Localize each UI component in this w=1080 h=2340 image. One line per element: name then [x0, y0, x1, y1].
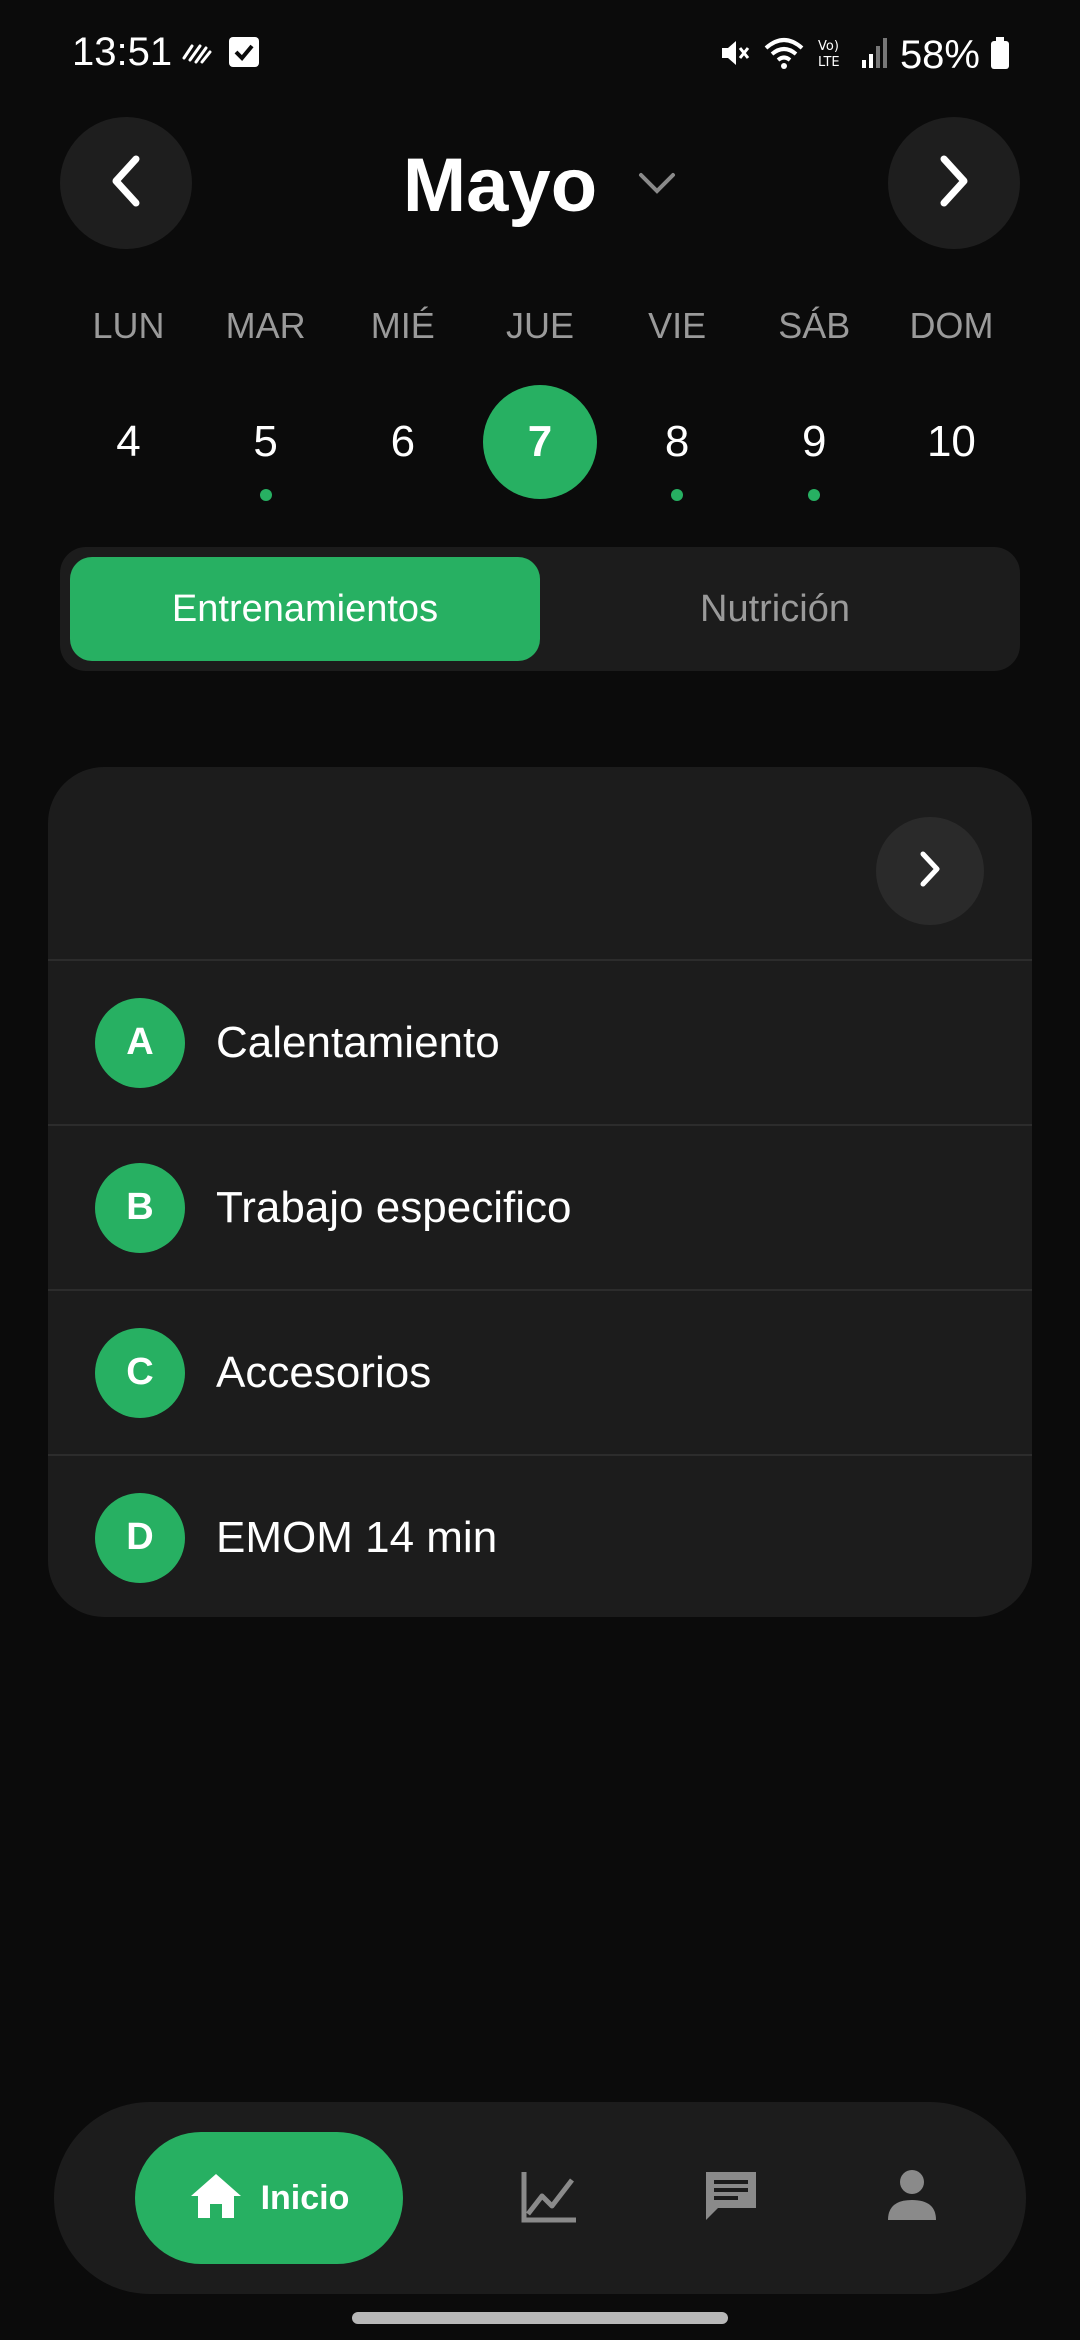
- day-cell[interactable]: 9: [746, 385, 883, 515]
- workout-section-row[interactable]: C Accesorios: [48, 1291, 1032, 1456]
- sound-wave-icon: [180, 36, 216, 73]
- weekday-label: JUE: [505, 305, 574, 346]
- chart-icon[interactable]: [520, 2168, 580, 2229]
- battery-level: 58%: [899, 32, 980, 77]
- signal-icon: [860, 36, 890, 75]
- section-name: Calentamiento: [216, 1017, 500, 1067]
- svg-text:LTE: LTE: [818, 55, 840, 70]
- chevron-down-icon: [637, 171, 677, 200]
- workout-card-header: [48, 767, 1032, 961]
- event-dot: [808, 489, 821, 501]
- section-letter-badge: D: [95, 1492, 185, 1583]
- status-right-group: Vo) LTE 58%: [718, 30, 1010, 80]
- status-time: 13:51: [72, 30, 173, 74]
- event-dot: [671, 489, 684, 501]
- day-cell[interactable]: 10: [883, 385, 1020, 515]
- day-number: 5: [253, 417, 278, 466]
- mute-icon: [718, 36, 752, 75]
- chat-icon[interactable]: [702, 2168, 760, 2229]
- tab-entrenamientos[interactable]: Entrenamientos: [70, 557, 540, 661]
- day-cell[interactable]: 7: [471, 385, 608, 515]
- battery-icon: [990, 36, 1010, 75]
- weekday-label: DOM: [909, 305, 994, 346]
- weekday-label: LUN: [92, 305, 165, 346]
- day-number: 6: [390, 417, 416, 466]
- section-name: Trabajo especifico: [216, 1182, 572, 1232]
- day-cell[interactable]: 5: [197, 385, 334, 515]
- nav-home-button[interactable]: Inicio: [135, 2132, 403, 2264]
- day-number: 8: [664, 417, 690, 466]
- volte-icon: Vo) LTE: [816, 36, 850, 75]
- weekday-label: MAR: [225, 305, 306, 346]
- event-dot: [259, 489, 272, 501]
- workout-section-row[interactable]: D EMOM 14 min: [48, 1456, 1032, 1617]
- section-name: Accesorios: [216, 1347, 432, 1397]
- weekday-label: VIE: [648, 305, 707, 346]
- section-letter-badge: A: [95, 997, 185, 1088]
- month-title: Mayo: [402, 142, 598, 228]
- bottom-navigation: Inicio: [54, 2102, 1026, 2294]
- chevron-right-icon: [916, 849, 944, 894]
- section-tabs: Entrenamientos Nutrición: [60, 547, 1020, 671]
- status-bar: 13:51 Vo) LTE 58%: [0, 0, 1080, 110]
- workout-section-row[interactable]: B Trabajo especifico: [48, 1126, 1032, 1291]
- next-month-button[interactable]: [888, 117, 1020, 249]
- tab-nutricion[interactable]: Nutrición: [540, 557, 1010, 661]
- day-cell[interactable]: 4: [60, 385, 197, 515]
- chevron-right-icon: [934, 153, 974, 214]
- wifi-icon: [762, 36, 806, 75]
- day-number: 7: [482, 385, 597, 499]
- day-cell[interactable]: 8: [609, 385, 746, 515]
- section-letter-badge: C: [95, 1327, 185, 1418]
- profile-icon[interactable]: [886, 2168, 938, 2229]
- week-days: 4 5 6 7 8 9 10: [60, 385, 1020, 515]
- open-workout-button[interactable]: [876, 817, 984, 925]
- section-letter-badge: B: [95, 1162, 185, 1253]
- day-number: 9: [802, 417, 827, 466]
- day-cell[interactable]: 6: [334, 385, 471, 515]
- svg-text:Vo): Vo): [818, 39, 839, 54]
- home-icon: [189, 2171, 243, 2226]
- weekday-header: LUN MAR MIÉ JUE VIE SÁB DOM: [60, 305, 1020, 347]
- weekday-label: MIÉ: [370, 305, 435, 346]
- day-number: 4: [116, 417, 141, 466]
- home-indicator[interactable]: [352, 2312, 728, 2324]
- weekday-label: SÁB: [778, 305, 851, 346]
- workout-card: A Calentamiento B Trabajo especifico C A…: [48, 767, 1032, 1617]
- workout-section-row[interactable]: A Calentamiento: [48, 961, 1032, 1126]
- checkbox-icon: [228, 36, 260, 73]
- nav-home-label: Inicio: [260, 2178, 350, 2217]
- day-number: 10: [926, 417, 976, 466]
- section-name: EMOM 14 min: [216, 1512, 498, 1562]
